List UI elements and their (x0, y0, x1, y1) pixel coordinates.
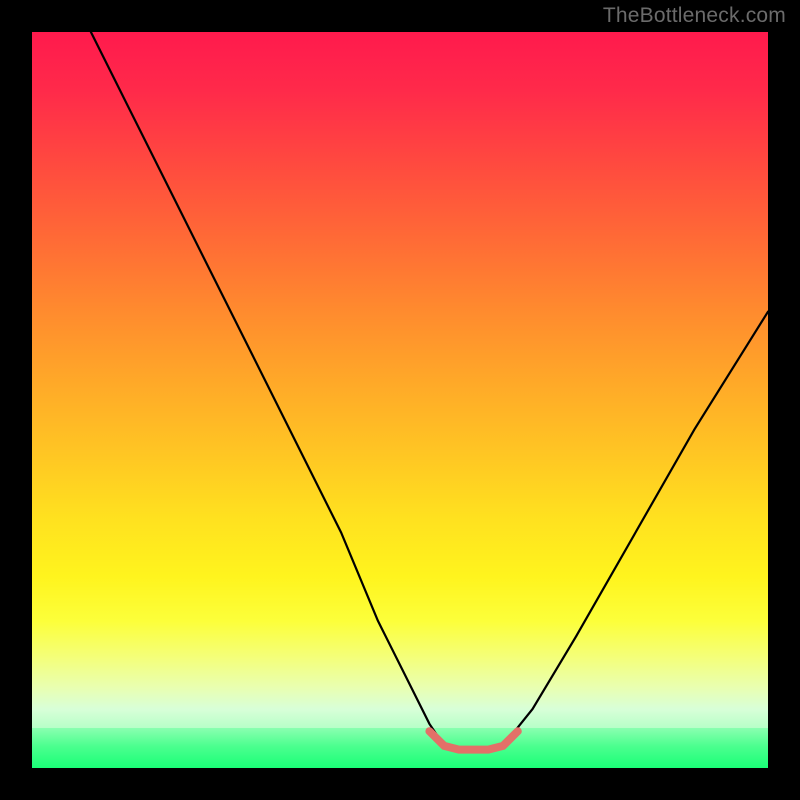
curve-right-branch (503, 312, 768, 746)
chart-frame: TheBottleneck.com (0, 0, 800, 800)
curve-valley-floor (429, 731, 517, 749)
watermark-label: TheBottleneck.com (603, 4, 786, 28)
curve-layer (32, 32, 768, 768)
curve-left-branch (91, 32, 444, 746)
plot-area (32, 32, 768, 768)
